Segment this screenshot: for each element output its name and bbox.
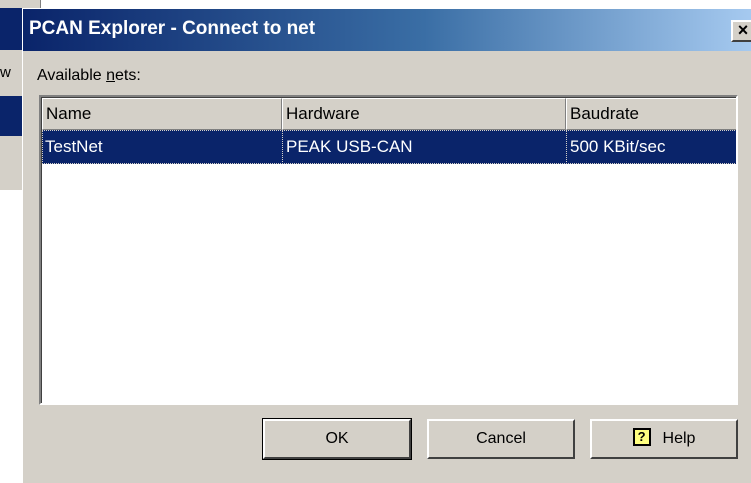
nets-list-header: Name Hardware Baudrate xyxy=(42,98,736,130)
dialog-title: PCAN Explorer - Connect to net xyxy=(29,18,316,39)
help-button-label: Help xyxy=(662,430,696,447)
available-nets-label-mnemonic: n xyxy=(106,67,115,84)
available-nets-label-prefix: Available xyxy=(37,67,107,84)
available-nets-label-suffix: ets: xyxy=(115,67,141,84)
background-window-selection xyxy=(0,96,22,136)
column-header-baudrate[interactable]: Baudrate xyxy=(566,98,736,130)
column-header-hardware[interactable]: Hardware xyxy=(282,98,566,130)
cell-hardware: PEAK USB-CAN xyxy=(282,130,566,164)
help-icon: ? xyxy=(632,427,651,446)
column-header-name[interactable]: Name xyxy=(42,98,282,130)
cell-name: TestNet xyxy=(45,137,103,156)
background-window-text: w xyxy=(0,64,11,81)
nets-list-inner: Name Hardware Baudrate TestNet PEAK USB-… xyxy=(41,97,736,403)
help-button[interactable]: ? Help xyxy=(590,419,738,459)
available-nets-label: Available nets: xyxy=(37,67,141,85)
connect-to-net-dialog: PCAN Explorer - Connect to net × Availab… xyxy=(22,8,751,483)
table-row[interactable]: TestNet PEAK USB-CAN 500 KBit/sec xyxy=(42,130,736,164)
cancel-button[interactable]: Cancel xyxy=(427,419,575,459)
background-window-titlebar xyxy=(0,8,22,50)
background-desktop xyxy=(0,190,22,483)
close-icon: × xyxy=(737,20,749,40)
cell-baudrate: 500 KBit/sec xyxy=(566,130,736,164)
nets-list[interactable]: Name Hardware Baudrate TestNet PEAK USB-… xyxy=(39,95,738,405)
ok-button[interactable]: OK xyxy=(262,418,412,460)
dialog-titlebar[interactable]: PCAN Explorer - Connect to net xyxy=(23,9,751,51)
close-button[interactable]: × xyxy=(731,20,751,42)
